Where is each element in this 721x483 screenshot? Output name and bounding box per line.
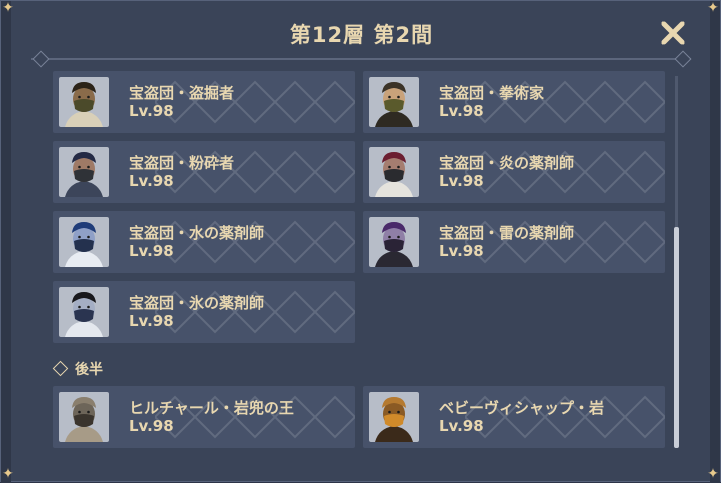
- enemy-portrait: [59, 77, 109, 127]
- scrollbar-thumb[interactable]: [674, 227, 679, 448]
- enemy-level: Lv.98: [439, 172, 484, 190]
- geovishap-hatchling-icon: [369, 392, 419, 442]
- corner-star-icon: ✦: [707, 466, 719, 482]
- chamber-title: 第12層 第2間: [289, 23, 434, 47]
- enemy-card-top_enemies-4[interactable]: 宝盗団・水の薬剤師 Lv.98: [53, 211, 355, 273]
- panel-left-edge: [1, 1, 11, 483]
- corner-star-icon: ✦: [2, 466, 14, 482]
- enemy-name: 宝盗団・雷の薬剤師: [439, 224, 575, 242]
- enemy-name: 宝盗団・拳術家: [439, 84, 545, 102]
- enemy-portrait: [369, 392, 419, 442]
- enemy-level: Lv.98: [439, 102, 484, 120]
- enemy-card-later_enemies-1[interactable]: ベビーヴィシャップ・岩 Lv.98: [363, 386, 665, 448]
- enemy-level: Lv.98: [129, 312, 174, 330]
- treasure-hoarder-digger-icon: [59, 77, 109, 127]
- enemy-portrait: [369, 77, 419, 127]
- corner-star-icon: ✦: [707, 0, 719, 16]
- enemy-name: 宝盗団・炎の薬剤師: [439, 154, 575, 172]
- enemy-level: Lv.98: [129, 417, 174, 435]
- treasure-hoarder-crusher-icon: [59, 147, 109, 197]
- panel-right-edge: [710, 1, 720, 483]
- enemy-name: 宝盗団・盗掘者: [129, 84, 235, 102]
- enemy-card-top_enemies-1[interactable]: 宝盗団・拳術家 Lv.98: [363, 71, 665, 133]
- abyss-enemy-panel: ✦ ✦ ✦ ✦ 第12層 第2間 宝盗団・盗掘者 Lv.98 宝盗団・拳術家 L…: [0, 0, 721, 483]
- section-label-later: 後半: [75, 362, 103, 378]
- close-button[interactable]: [659, 19, 687, 47]
- treasure-hoarder-pyro-potioneer-icon: [369, 147, 419, 197]
- enemy-portrait: [369, 217, 419, 267]
- enemy-portrait: [59, 287, 109, 337]
- enemy-name: ヒルチャール・岩兜の王: [129, 399, 294, 417]
- enemy-portrait: [59, 147, 109, 197]
- title-divider: [31, 58, 691, 60]
- divider-ornament: [674, 50, 692, 68]
- enemy-name: 宝盗団・粉砕者: [129, 154, 235, 172]
- close-icon: [661, 21, 685, 45]
- enemy-card-top_enemies-3[interactable]: 宝盗団・炎の薬剤師 Lv.98: [363, 141, 665, 203]
- enemy-level: Lv.98: [439, 417, 484, 435]
- stonehide-lawachurl-icon: [59, 392, 109, 442]
- enemy-card-top_enemies-0[interactable]: 宝盗団・盗掘者 Lv.98: [53, 71, 355, 133]
- enemy-level: Lv.98: [129, 102, 174, 120]
- enemy-card-top_enemies-2[interactable]: 宝盗団・粉砕者 Lv.98: [53, 141, 355, 203]
- enemy-name: 宝盗団・氷の薬剤師: [129, 294, 265, 312]
- treasure-hoarder-cryo-potioneer-icon: [59, 287, 109, 337]
- enemy-portrait: [59, 392, 109, 442]
- enemy-card-later_enemies-0[interactable]: ヒルチャール・岩兜の王 Lv.98: [53, 386, 355, 448]
- enemy-portrait: [369, 147, 419, 197]
- corner-star-icon: ✦: [2, 0, 14, 16]
- divider-ornament: [32, 50, 50, 68]
- enemy-level: Lv.98: [129, 172, 174, 190]
- enemy-level: Lv.98: [439, 242, 484, 260]
- treasure-hoarder-fighter-icon: [369, 77, 419, 127]
- enemy-level: Lv.98: [129, 242, 174, 260]
- section-diamond-icon: [52, 360, 69, 377]
- enemy-name: 宝盗団・水の薬剤師: [129, 224, 265, 242]
- treasure-hoarder-hydro-potioneer-icon: [59, 217, 109, 267]
- enemy-card-top_enemies-6[interactable]: 宝盗団・氷の薬剤師 Lv.98: [53, 281, 355, 343]
- enemy-card-top_enemies-5[interactable]: 宝盗団・雷の薬剤師 Lv.98: [363, 211, 665, 273]
- enemy-portrait: [59, 217, 109, 267]
- enemy-name: ベビーヴィシャップ・岩: [439, 399, 605, 417]
- treasure-hoarder-electro-potioneer-icon: [369, 217, 419, 267]
